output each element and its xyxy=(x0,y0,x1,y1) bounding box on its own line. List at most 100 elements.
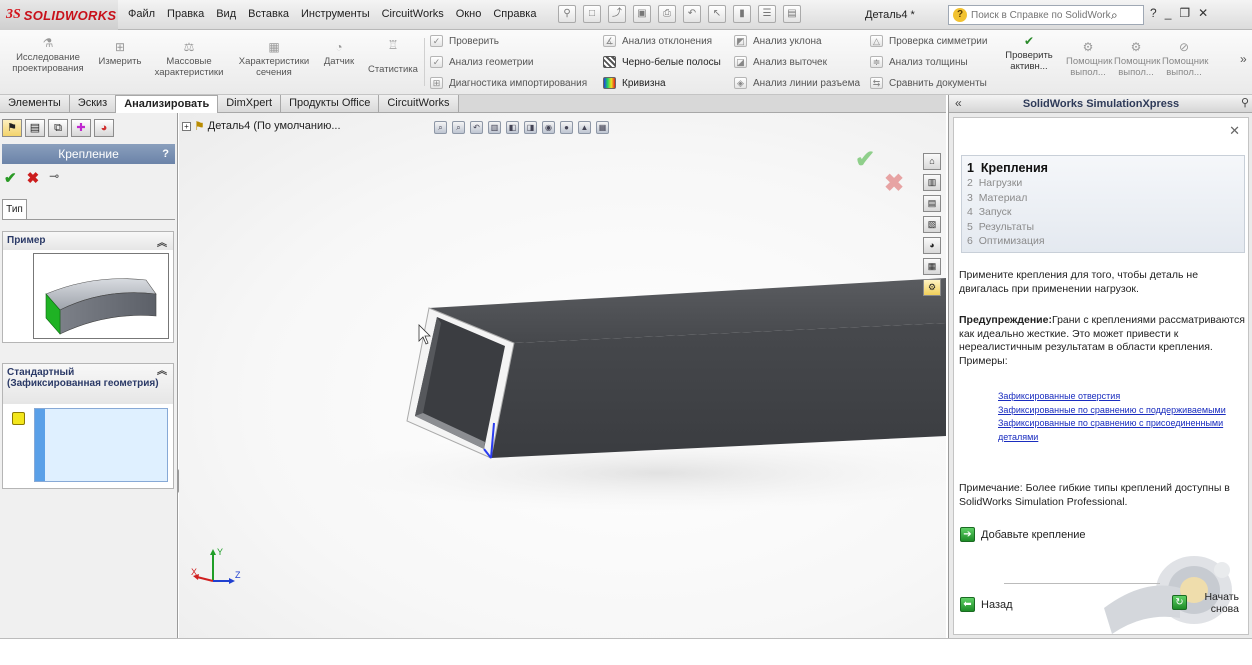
link-fixed-vs-attached[interactable]: Зафиксированные по сравнению с присоедин… xyxy=(998,417,1248,444)
cancel-x-icon[interactable]: ✖ xyxy=(27,169,40,187)
restart-button[interactable]: ↻ Начать снова xyxy=(1172,591,1239,615)
thickness-analysis-button[interactable]: ≑ Анализ толщины xyxy=(870,56,968,68)
display-manager-tab-icon[interactable]: ◕ xyxy=(94,119,114,137)
step-results[interactable]: 5 Результаты xyxy=(967,220,1239,235)
pushpin-icon[interactable]: ⊸ xyxy=(49,169,59,187)
rebuild-icon[interactable]: ▮ xyxy=(733,5,751,23)
edit-appearance-icon[interactable]: ● xyxy=(560,121,573,134)
minimize-icon[interactable]: _ xyxy=(1165,6,1172,20)
help-search-box[interactable]: ? ⌕ xyxy=(948,5,1144,25)
feature-tree-root[interactable]: + ⚑ Деталь4 (По умолчанию... xyxy=(182,119,341,133)
assistant-button-1[interactable]: ⚙ Помощник выпол... xyxy=(1066,40,1112,78)
zoom-to-fit-icon[interactable]: ⌕ xyxy=(434,121,447,134)
check-button[interactable]: ✓ Проверить xyxy=(430,35,499,47)
expand-plus-icon[interactable]: + xyxy=(182,121,191,131)
new-document-icon[interactable]: □ xyxy=(583,5,601,23)
menu-file[interactable]: Файл xyxy=(128,8,155,20)
link-fixed-vs-supported[interactable]: Зафиксированные по сравнению с поддержив… xyxy=(998,404,1248,418)
check-active-button[interactable]: ✔ Проверить активн... xyxy=(998,34,1060,72)
statistics-button[interactable]: ♖ Статистика xyxy=(364,38,422,75)
menu-insert[interactable]: Вставка xyxy=(248,8,289,20)
menu-tools[interactable]: Инструменты xyxy=(301,8,370,20)
step-optimize[interactable]: 6 Оптимизация xyxy=(967,234,1239,249)
add-fixture-button[interactable]: ➔ Добавьте крепление xyxy=(960,527,1086,542)
close-icon[interactable]: ✕ xyxy=(1229,123,1240,139)
menu-help[interactable]: Справка xyxy=(493,8,536,20)
tab-sketch[interactable]: Эскиз xyxy=(69,95,117,112)
menu-view[interactable]: Вид xyxy=(216,8,236,20)
property-manager-tab-icon[interactable]: ▤ xyxy=(25,119,45,137)
open-document-icon[interactable]: ⤴ xyxy=(608,5,626,23)
back-button[interactable]: ⬅ Назад xyxy=(960,597,1013,612)
menu-window[interactable]: Окно xyxy=(456,8,482,20)
compare-documents-button[interactable]: ⇆ Сравнить документы xyxy=(870,77,987,89)
geometry-analysis-button[interactable]: ✓ Анализ геометрии xyxy=(430,56,534,68)
tab-office-products[interactable]: Продукты Office xyxy=(281,95,380,112)
draft-analysis-button[interactable]: ◩ Анализ уклона xyxy=(734,35,822,47)
deviation-analysis-button[interactable]: ∡ Анализ отклонения xyxy=(603,35,712,47)
graphics-area[interactable]: + ⚑ Деталь4 (По умолчанию... ⌕ ⌕ ↶ ▥ ◧ ◨… xyxy=(179,113,946,638)
assistant-button-2[interactable]: ⚙ Помощник выпол... xyxy=(1114,40,1160,78)
curvature-button[interactable]: Кривизна xyxy=(603,77,666,89)
feature-manager-tab-icon[interactable]: ⚑ xyxy=(2,119,22,137)
select-icon[interactable]: ↖ xyxy=(708,5,726,23)
file-properties-icon[interactable]: ☰ xyxy=(758,5,776,23)
collapse-chevron-icon[interactable]: ︽ xyxy=(157,234,167,249)
restore-icon[interactable]: ❐ xyxy=(1179,6,1190,20)
tab-features[interactable]: Элементы xyxy=(0,95,70,112)
options-icon[interactable]: ▤ xyxy=(783,5,801,23)
view-settings-icon[interactable]: ▦ xyxy=(596,121,609,134)
property-manager-help-icon[interactable]: ? xyxy=(162,144,169,164)
task-pane-pin-icon[interactable]: ⚲ xyxy=(1241,96,1249,109)
sensor-button[interactable]: ◔ Датчик xyxy=(318,40,360,67)
section-view-icon[interactable]: ▥ xyxy=(488,121,501,134)
parting-line-analysis-button[interactable]: ◈ Анализ линии разъема xyxy=(734,77,860,89)
design-study-button[interactable]: ⚗ Исследование проектирования xyxy=(6,36,90,74)
step-loads[interactable]: 2 Нагрузки xyxy=(967,176,1239,191)
measure-button[interactable]: ⊞ Измерить xyxy=(94,40,146,67)
step-run[interactable]: 4 Запуск xyxy=(967,205,1239,220)
tab-circuitworks[interactable]: CircuitWorks xyxy=(379,95,459,112)
search-icon[interactable]: ⌕ xyxy=(1111,8,1118,23)
menu-edit[interactable]: Правка xyxy=(167,8,204,20)
example-group-header[interactable]: Пример ︽ xyxy=(3,232,173,250)
previous-view-icon[interactable]: ↶ xyxy=(470,121,483,134)
help-menu-icon[interactable]: ? xyxy=(1150,6,1157,20)
standard-group-header[interactable]: Стандартный (Зафиксированная геометрия) … xyxy=(3,364,173,404)
file-explorer-icon[interactable]: ▤ xyxy=(923,195,941,212)
close-icon[interactable]: ✕ xyxy=(1198,6,1208,20)
fixture-faces-selection-box[interactable] xyxy=(34,408,168,482)
undo-icon[interactable]: ↶ xyxy=(683,5,701,23)
confirmation-ok-icon[interactable]: ✔ xyxy=(855,145,875,174)
display-style-icon[interactable]: ◨ xyxy=(524,121,537,134)
confirmation-cancel-icon[interactable]: ✖ xyxy=(884,169,904,198)
print-icon[interactable]: ⎙ xyxy=(658,5,676,23)
symmetry-check-button[interactable]: △ Проверка симметрии xyxy=(870,35,987,47)
solidworks-resources-icon[interactable]: ⌂ xyxy=(923,153,941,170)
step-material[interactable]: 3 Материал xyxy=(967,191,1239,206)
beam-front-face[interactable] xyxy=(491,323,946,458)
undercut-analysis-button[interactable]: ◪ Анализ выточек xyxy=(734,56,827,68)
custom-properties-icon[interactable]: ▦ xyxy=(923,258,941,275)
ok-checkmark-icon[interactable]: ✔ xyxy=(4,169,17,187)
assistant-button-3[interactable]: ⊘ Помощник выпол... xyxy=(1162,40,1208,78)
zoom-to-area-icon[interactable]: ⌕ xyxy=(452,121,465,134)
mass-properties-button[interactable]: ⚖ Массовые характеристики xyxy=(148,40,230,78)
design-library-icon[interactable]: ▥ xyxy=(923,174,941,191)
view-orientation-icon[interactable]: ◧ xyxy=(506,121,519,134)
tube-beam-model[interactable] xyxy=(179,113,946,638)
help-search-input[interactable] xyxy=(971,9,1111,21)
save-icon[interactable]: ▣ xyxy=(633,5,651,23)
hide-show-items-icon[interactable]: ◉ xyxy=(542,121,555,134)
collapse-chevron-icon[interactable]: ︽ xyxy=(157,366,167,377)
apply-scene-icon[interactable]: ▲ xyxy=(578,121,591,134)
import-diagnostics-button[interactable]: ⊞ Диагностика импортирования xyxy=(430,77,587,89)
zebra-stripes-button[interactable]: Черно-белые полосы xyxy=(603,56,721,68)
step-fixtures[interactable]: 1 Крепления xyxy=(967,160,1239,176)
pin-menu-icon[interactable]: ⚲ xyxy=(558,5,576,23)
simulationxpress-icon[interactable]: ⚙ xyxy=(923,279,941,296)
ribbon-more-icon[interactable]: » xyxy=(1240,52,1247,66)
solidworks-logo[interactable]: 3S SOLIDWORKS xyxy=(0,0,118,30)
dimxpert-manager-tab-icon[interactable]: ✚ xyxy=(71,119,91,137)
view-palette-icon[interactable]: ▧ xyxy=(923,216,941,233)
